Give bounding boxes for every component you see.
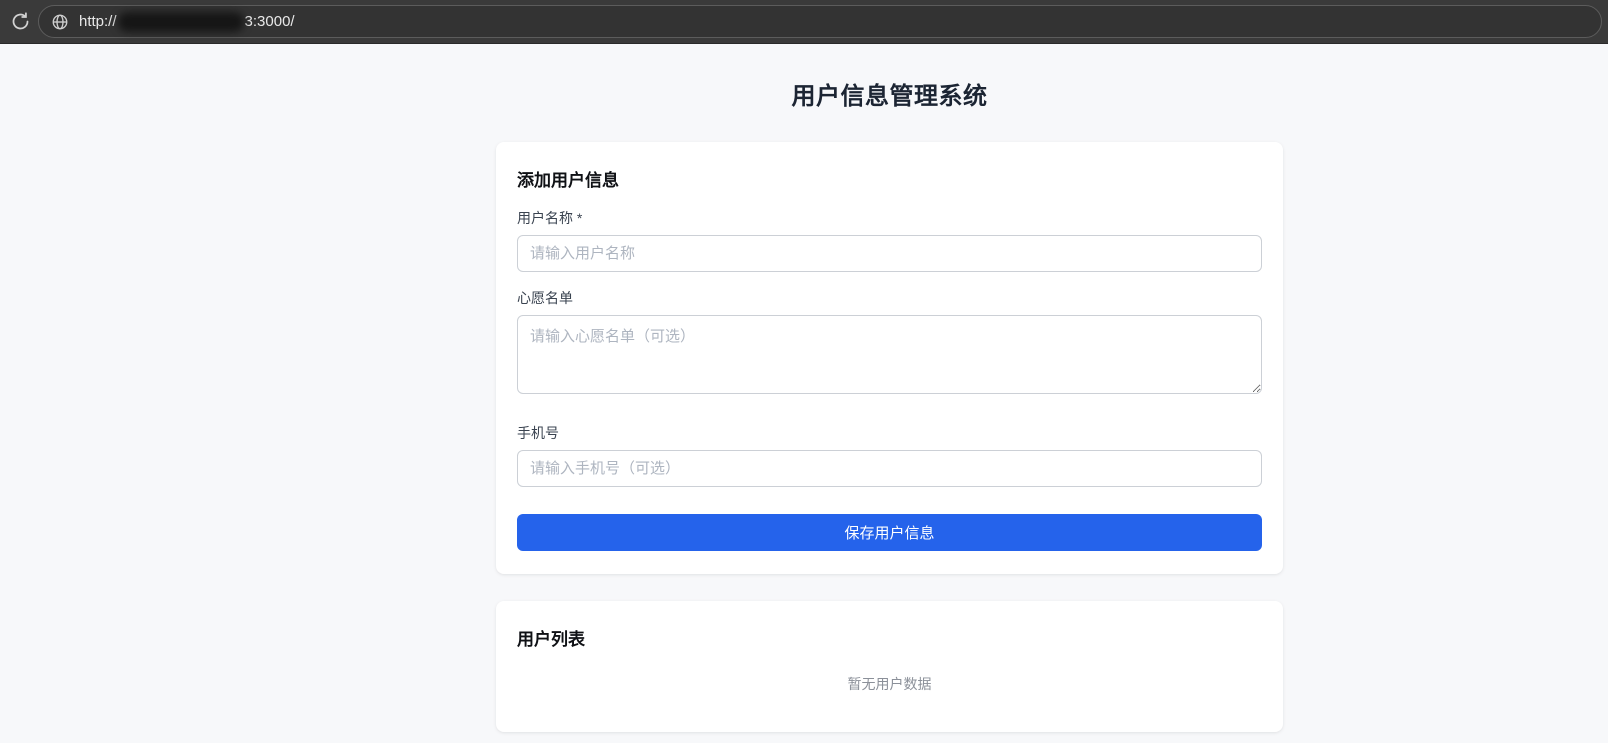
form-card-heading: 添加用户信息 (517, 171, 619, 190)
wishlist-textarea[interactable] (517, 315, 1262, 394)
url-suffix: 3:3000/ (244, 13, 295, 30)
add-user-card: 添加用户信息 用户名称 * 心愿名单 手机号 保存用户信息 (496, 142, 1283, 574)
username-label: 用户名称 * (517, 210, 583, 226)
username-field-group: 用户名称 * (517, 208, 1262, 272)
empty-state-text: 暂无用户数据 (847, 676, 932, 692)
phone-input[interactable] (517, 450, 1262, 487)
wishlist-field-group: 心愿名单 (517, 288, 1262, 399)
list-card-heading: 用户列表 (517, 630, 585, 649)
username-input[interactable] (517, 235, 1262, 272)
main-content: 用户信息管理系统 添加用户信息 用户名称 * 心愿名单 手机号 保存用户信息 用… (496, 76, 1283, 732)
save-user-button[interactable]: 保存用户信息 (517, 514, 1262, 551)
wishlist-label: 心愿名单 (517, 290, 573, 306)
reload-button[interactable] (4, 6, 36, 38)
redacted-url-blur (117, 11, 244, 32)
url-text: http:// 3:3000/ (79, 11, 295, 32)
phone-field-group: 手机号 (517, 423, 1262, 487)
user-list-card: 用户列表 暂无用户数据 (496, 601, 1283, 732)
phone-label: 手机号 (517, 425, 559, 441)
url-prefix: http:// (79, 13, 117, 30)
address-bar[interactable]: http:// 3:3000/ (38, 5, 1602, 38)
browser-topbar: http:// 3:3000/ (0, 0, 1608, 44)
globe-icon (52, 14, 68, 29)
reload-icon (12, 12, 28, 30)
page-title: 用户信息管理系统 (791, 83, 988, 110)
